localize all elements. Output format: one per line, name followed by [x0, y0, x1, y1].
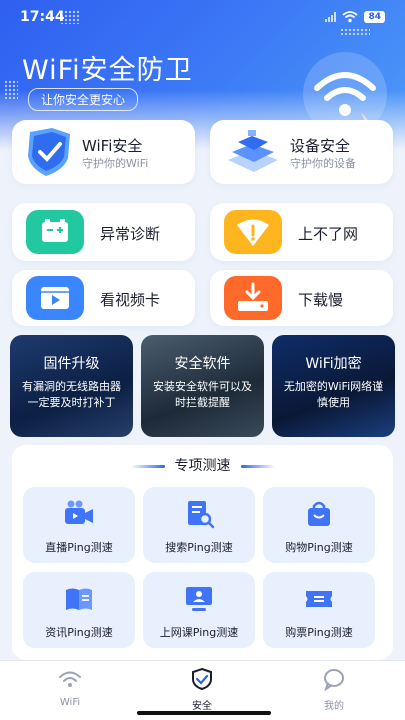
promo-title: 固件升级 — [43, 356, 100, 372]
tab-label: 我的 — [324, 701, 344, 712]
device-security-title: 设备安全 — [290, 137, 351, 155]
download-icon — [224, 276, 282, 320]
speed-heading: 专项测速 — [12, 455, 393, 475]
tool-anomaly-diagnose[interactable]: 异常诊断 — [12, 203, 195, 261]
divider — [240, 464, 275, 468]
wifi-icon — [59, 671, 81, 687]
promo-desc: 无加密的WiFi网络谨慎使用 — [283, 380, 384, 409]
search-doc-icon — [188, 501, 215, 529]
tab-label: WiFi — [59, 697, 81, 708]
speed-shopping[interactable]: 购物Ping测速 — [263, 487, 375, 563]
device-stack-icon — [228, 130, 278, 172]
section-title: 专项测速 — [174, 458, 231, 474]
speed-news[interactable]: 资讯Ping测速 — [23, 572, 135, 648]
wifi-security-desc: 守护你的WiFi — [82, 157, 149, 170]
promo-desc: 安装安全软件可以及时拦截提醒 — [153, 380, 252, 409]
speed-label: 搜索Ping测速 — [165, 541, 233, 554]
speed-label: 直播Ping测速 — [45, 541, 113, 554]
news-book-icon — [66, 588, 92, 610]
tab-wifi[interactable]: WiFi — [30, 667, 110, 708]
promo-title: WiFi加密 — [305, 356, 362, 372]
speed-ticket[interactable]: 购票Ping测速 — [263, 572, 375, 648]
shield-icon — [192, 667, 212, 691]
shopping-bag-icon — [308, 501, 330, 526]
speed-label: 资讯Ping测速 — [45, 626, 113, 639]
divider — [130, 464, 165, 468]
chat-bubble-icon — [324, 669, 344, 692]
wifi-security-title: WiFi安全 — [82, 137, 143, 155]
tool-no-internet[interactable]: 上不了网 — [210, 203, 393, 261]
tool-slow-download[interactable]: 下载慢 — [210, 270, 393, 326]
device-security-desc: 守护你的设备 — [290, 157, 356, 170]
status-bar: 17:44 84 — [0, 0, 405, 34]
tool-label: 异常诊断 — [100, 225, 161, 243]
promo-title: 安全软件 — [174, 356, 231, 372]
speed-test-panel: 专项测速 直播Ping测速 搜索Ping测速 购物Ping测速 资讯Ping测速… — [12, 445, 393, 660]
tool-label: 看视频卡 — [100, 291, 161, 309]
promo-wifi-encryption[interactable]: WiFi加密 无加密的WiFi网络谨慎使用 — [272, 335, 395, 437]
video-play-icon — [26, 276, 84, 320]
speed-label: 购物Ping测速 — [285, 541, 353, 554]
speed-search[interactable]: 搜索Ping测速 — [143, 487, 255, 563]
decor-dots — [4, 80, 18, 100]
promo-security-software[interactable]: 安全软件 安装安全软件可以及时拦截提醒 — [141, 335, 264, 437]
tool-label: 上不了网 — [298, 225, 359, 243]
status-time: 17:44 — [20, 9, 65, 25]
tool-video-lag[interactable]: 看视频卡 — [12, 270, 195, 326]
cell-signal-icon — [325, 12, 337, 22]
speed-label: 上网课Ping测速 — [159, 626, 239, 639]
promo-desc: 有漏洞的无线路由器一定要及时打补丁 — [22, 380, 121, 409]
speed-label: 购票Ping测速 — [285, 626, 353, 639]
battery-level: 84 — [364, 11, 385, 23]
tab-mine[interactable]: 我的 — [294, 667, 374, 712]
wifi-security-card[interactable]: WiFi安全 守护你的WiFi — [12, 120, 195, 184]
shield-check-icon — [28, 128, 70, 176]
tab-label: 安全 — [192, 701, 212, 712]
wifi-status-icon — [342, 11, 359, 23]
promo-firmware[interactable]: 固件升级 有漏洞的无线路由器一定要及时打补丁 — [10, 335, 133, 437]
live-camera-icon — [65, 500, 93, 524]
page-title: WiFi安全防卫 — [22, 55, 193, 86]
wifi-warning-icon — [224, 210, 282, 254]
home-indicator — [137, 711, 271, 715]
speed-online-class[interactable]: 上网课Ping测速 — [143, 572, 255, 648]
tool-label: 下载慢 — [298, 291, 344, 309]
tab-security[interactable]: 安全 — [162, 667, 242, 712]
online-class-icon — [186, 587, 212, 611]
battery-diagnose-icon — [26, 210, 84, 254]
page-subtitle: 让你安全更安心 — [28, 88, 139, 111]
device-security-card[interactable]: 设备安全 守护你的设备 — [210, 120, 393, 184]
ticket-icon — [306, 591, 332, 607]
speed-live[interactable]: 直播Ping测速 — [23, 487, 135, 563]
